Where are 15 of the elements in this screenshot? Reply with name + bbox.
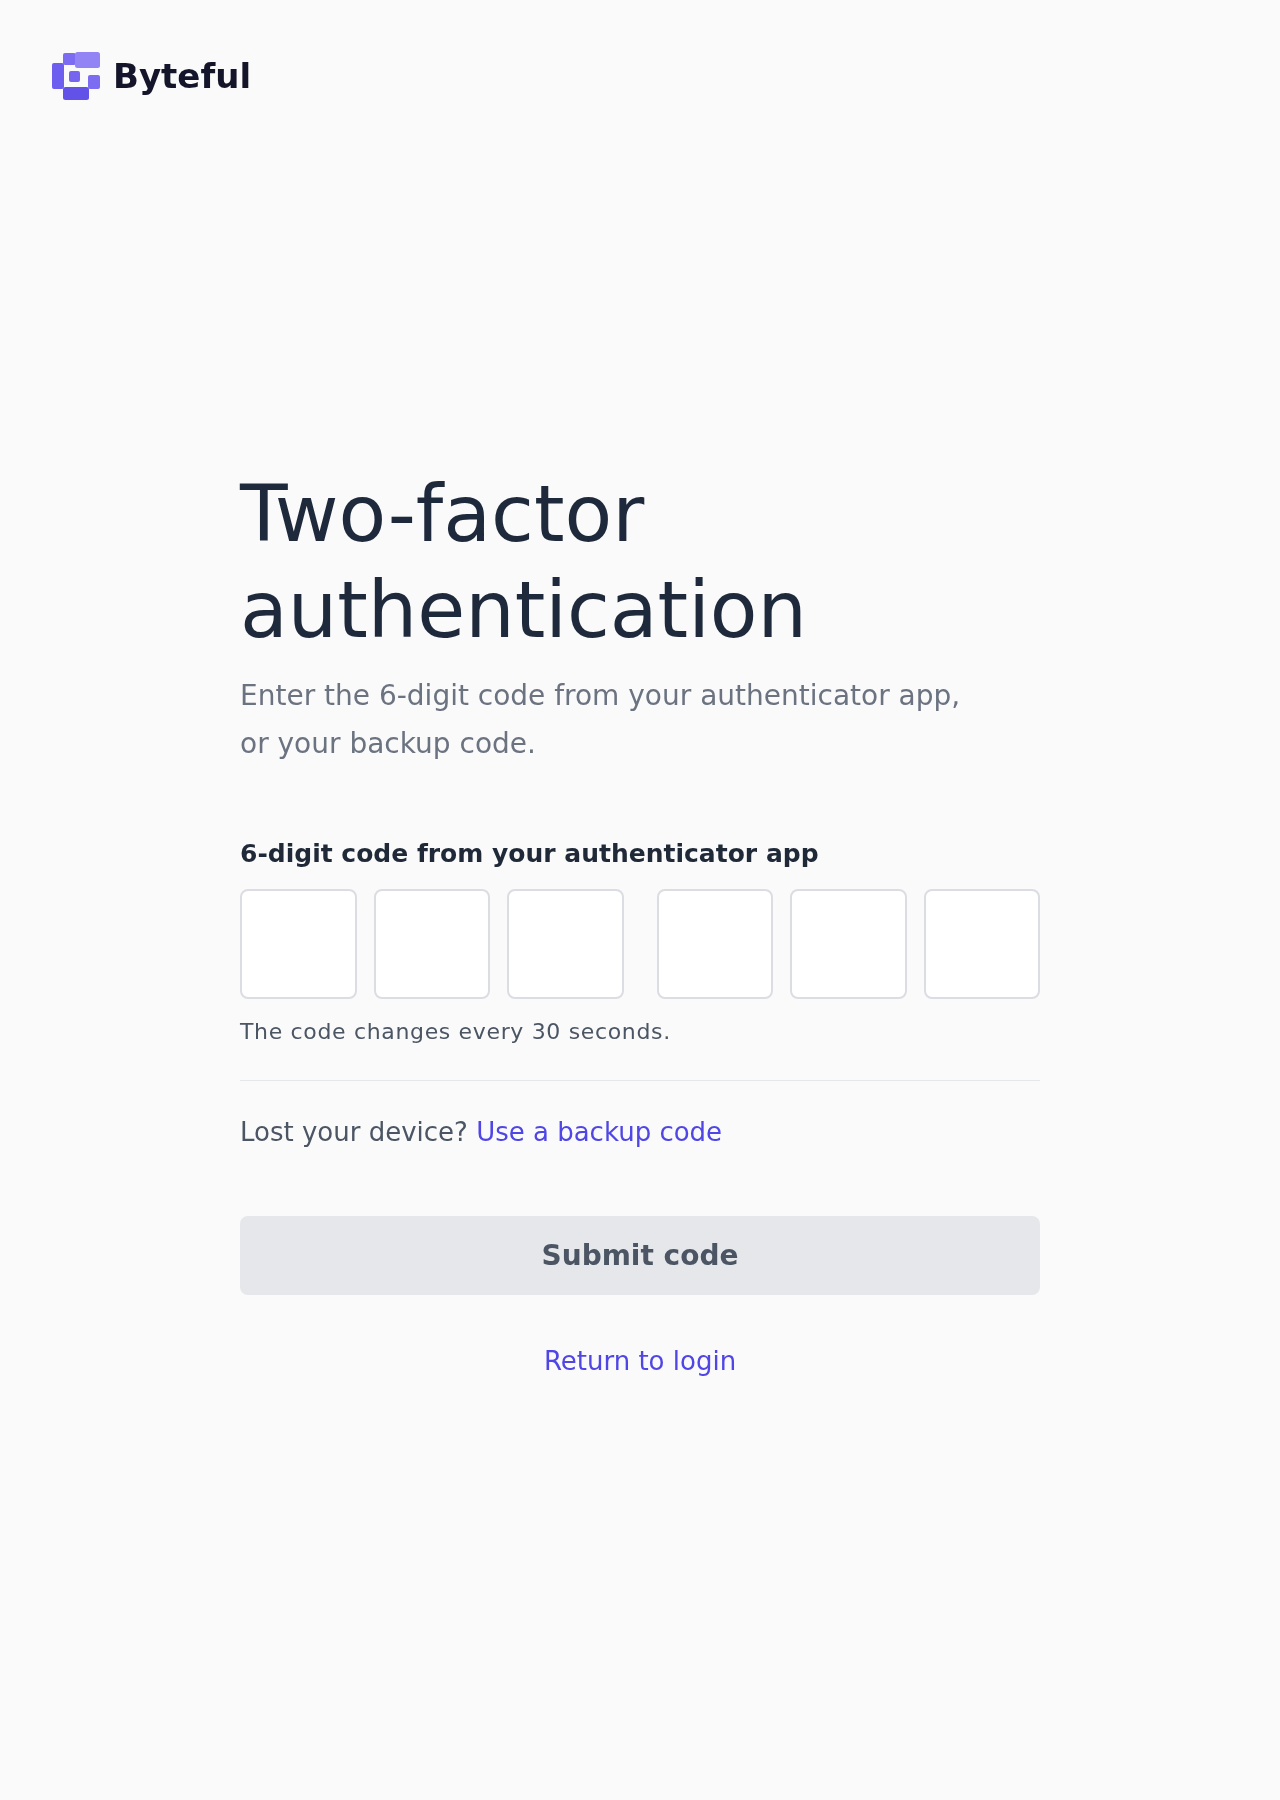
digit-input[interactable] [507, 889, 624, 999]
subtitle-text: Enter the 6-digit code from your authenticator app, or your backup code. [240, 678, 962, 762]
return-to-login-link[interactable]: Return to login [543, 1343, 737, 1379]
logo-icon [52, 52, 100, 100]
lost-device-text: Lost your device? Use a backup code [240, 1116, 724, 1149]
hint-text: The code changes every 30 seconds. [240, 1018, 672, 1046]
page-heading: Two-factor authentication [240, 468, 809, 657]
digit-input[interactable] [373, 889, 490, 999]
brand-name: Byteful [113, 56, 252, 96]
backup-code-link[interactable]: Use a backup code [476, 1117, 723, 1147]
digit-input[interactable] [923, 889, 1040, 999]
digit-input[interactable] [790, 889, 907, 999]
digit-input[interactable] [240, 889, 357, 999]
code-label: 6-digit code from your authenticator app [240, 838, 820, 870]
digit-input[interactable] [656, 889, 773, 999]
